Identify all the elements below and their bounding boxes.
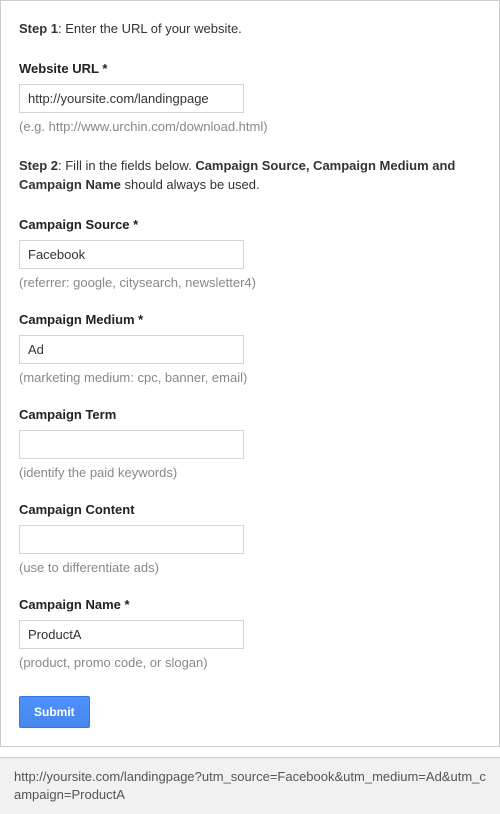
campaign-source-block: Campaign Source * (referrer: google, cit… [19,217,481,290]
step2-text-before: : Fill in the fields below. [58,158,195,173]
website-url-hint: (e.g. http://www.urchin.com/download.htm… [19,119,481,134]
campaign-name-input[interactable] [19,620,244,649]
step1-line: Step 1: Enter the URL of your website. [19,19,481,39]
campaign-source-label: Campaign Source * [19,217,481,232]
campaign-term-block: Campaign Term (identify the paid keyword… [19,407,481,480]
campaign-content-input[interactable] [19,525,244,554]
campaign-content-block: Campaign Content (use to differentiate a… [19,502,481,575]
step2-text-after: should always be used. [121,177,260,192]
campaign-medium-label: Campaign Medium * [19,312,481,327]
website-url-label: Website URL * [19,61,481,76]
form-container: Step 1: Enter the URL of your website. W… [0,0,500,747]
submit-button[interactable]: Submit [19,696,90,728]
campaign-source-hint: (referrer: google, citysearch, newslette… [19,275,481,290]
step2-line: Step 2: Fill in the fields below. Campai… [19,156,481,195]
campaign-term-label: Campaign Term [19,407,481,422]
campaign-content-label: Campaign Content [19,502,481,517]
campaign-name-label: Campaign Name * [19,597,481,612]
campaign-content-hint: (use to differentiate ads) [19,560,481,575]
step1-label: Step 1 [19,21,58,36]
step2-label: Step 2 [19,158,58,173]
campaign-medium-input[interactable] [19,335,244,364]
website-url-block: Website URL * (e.g. http://www.urchin.co… [19,61,481,134]
result-url-box: http://yoursite.com/landingpage?utm_sour… [0,757,500,814]
campaign-medium-block: Campaign Medium * (marketing medium: cpc… [19,312,481,385]
campaign-name-hint: (product, promo code, or slogan) [19,655,481,670]
step1-text: : Enter the URL of your website. [58,21,242,36]
campaign-medium-hint: (marketing medium: cpc, banner, email) [19,370,481,385]
campaign-term-input[interactable] [19,430,244,459]
website-url-input[interactable] [19,84,244,113]
campaign-name-block: Campaign Name * (product, promo code, or… [19,597,481,670]
campaign-term-hint: (identify the paid keywords) [19,465,481,480]
campaign-source-input[interactable] [19,240,244,269]
